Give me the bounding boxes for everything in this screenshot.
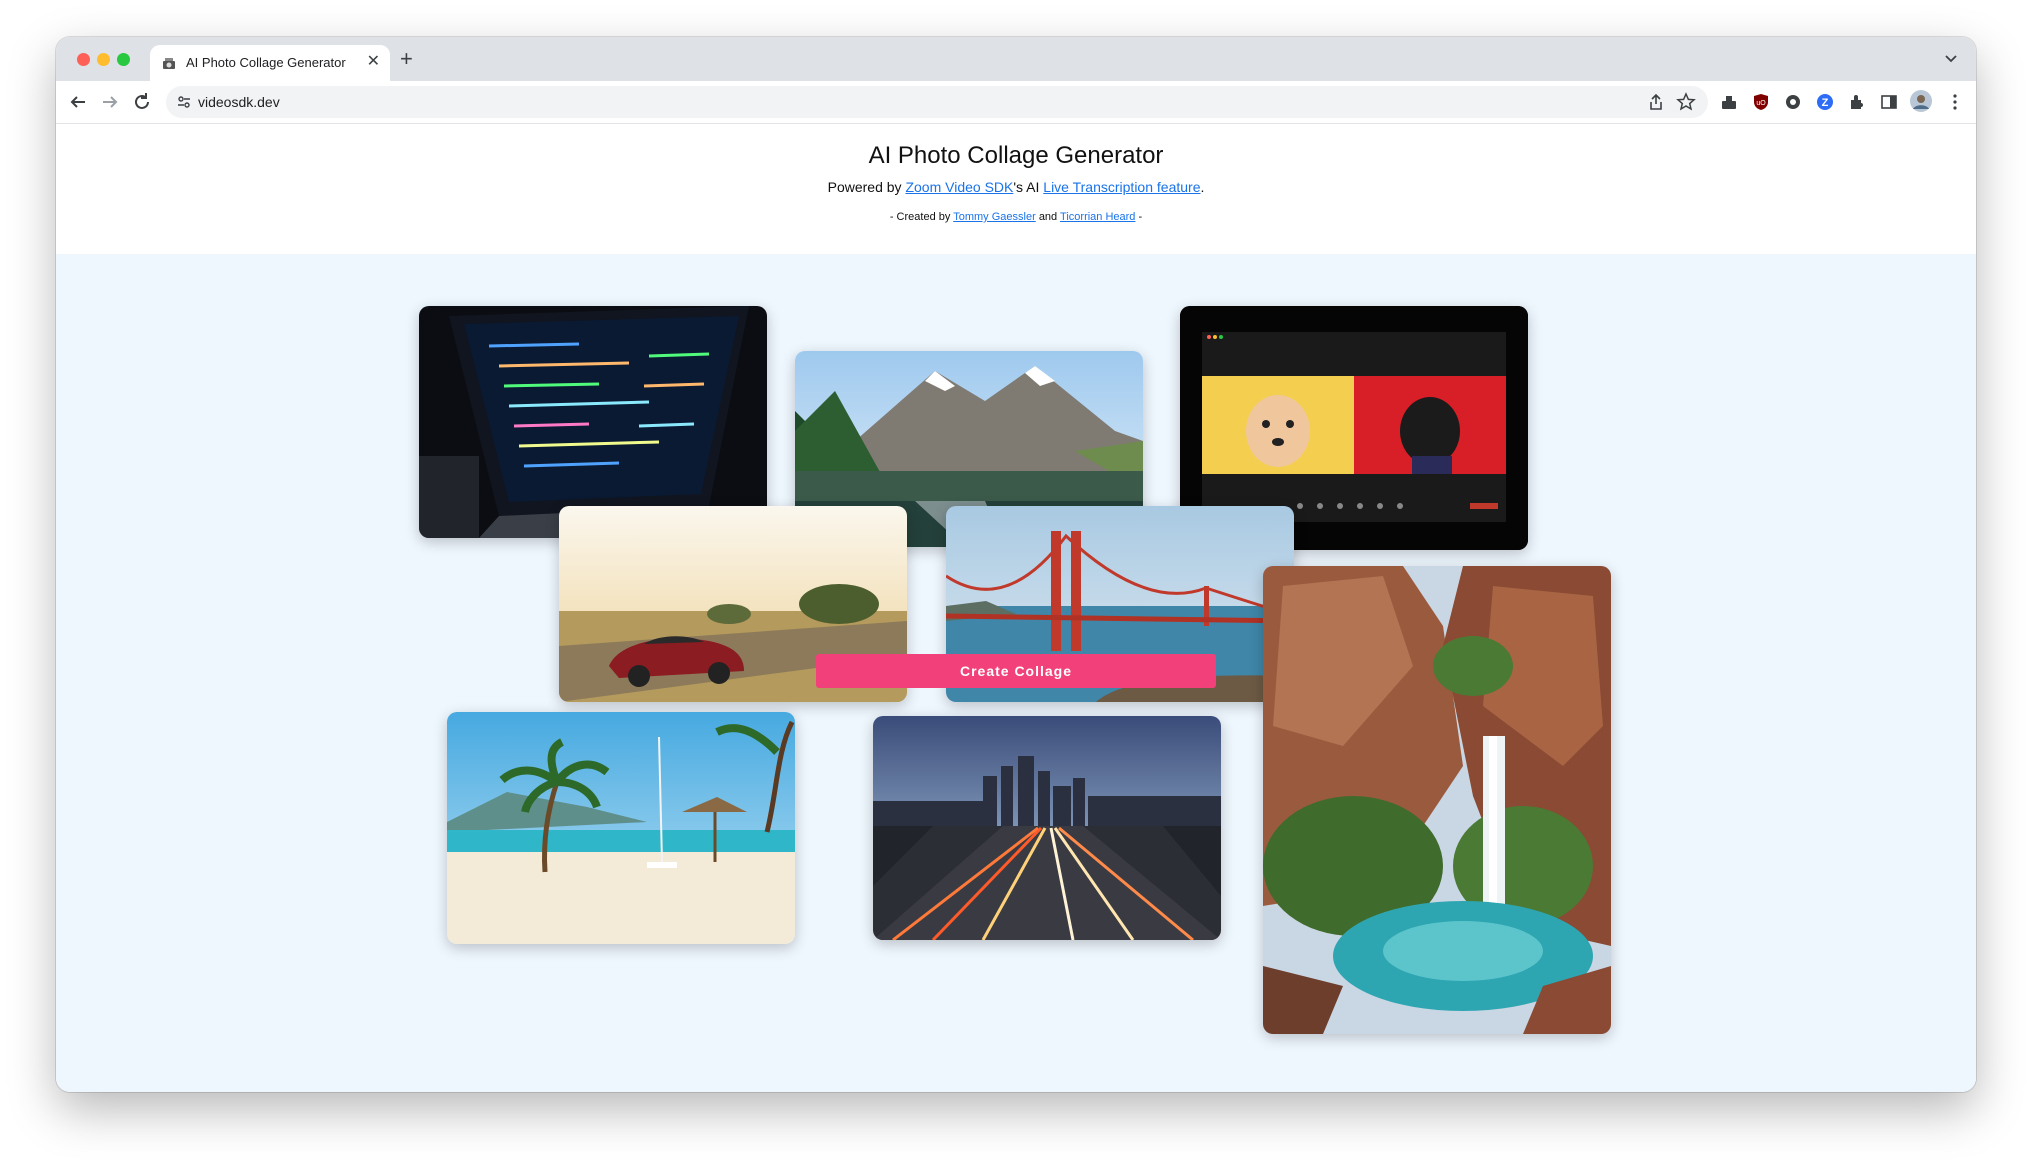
page-content: AI Photo Collage Generator Powered by Zo… bbox=[56, 124, 1976, 1092]
svg-text:uO: uO bbox=[1756, 100, 1766, 107]
svg-text:Z: Z bbox=[1822, 97, 1829, 109]
live-transcription-link[interactable]: Live Transcription feature bbox=[1043, 179, 1200, 195]
credits-suffix-text: - bbox=[1138, 211, 1143, 223]
powered-by-text: Powered by bbox=[827, 179, 902, 195]
tab-strip: AI Photo Collage Generator ✕ + bbox=[56, 37, 1976, 81]
browser-window: AI Photo Collage Generator ✕ + videosdk.… bbox=[56, 37, 1976, 1092]
side-panel-icon[interactable] bbox=[1879, 92, 1899, 112]
address-bar[interactable]: videosdk.dev bbox=[166, 86, 1708, 118]
browser-menu-icon[interactable] bbox=[1945, 92, 1965, 112]
window-maximize-button[interactable] bbox=[117, 53, 130, 66]
bookmark-star-icon[interactable] bbox=[1676, 92, 1696, 112]
photo-city-highway bbox=[873, 716, 1221, 940]
share-icon[interactable] bbox=[1646, 92, 1666, 112]
site-settings-icon[interactable] bbox=[176, 94, 192, 110]
create-collage-button[interactable]: Create Collage bbox=[816, 654, 1216, 688]
photo-laptop-code bbox=[419, 306, 767, 538]
zoom-extension-icon[interactable]: Z bbox=[1815, 92, 1835, 112]
browser-tab[interactable]: AI Photo Collage Generator ✕ bbox=[150, 45, 390, 81]
collage-area: Create Collage bbox=[56, 254, 1976, 1092]
reload-icon[interactable] bbox=[130, 90, 154, 114]
extension-tray-icon[interactable] bbox=[1719, 92, 1739, 112]
and-text: and bbox=[1038, 211, 1058, 223]
tab-title: AI Photo Collage Generator bbox=[186, 55, 346, 70]
window-minimize-button[interactable] bbox=[97, 53, 110, 66]
tab-search-icon[interactable] bbox=[1942, 49, 1960, 67]
period-text: . bbox=[1200, 179, 1205, 195]
subtitle: Powered by Zoom Video SDK's AI Live Tran… bbox=[56, 179, 1976, 195]
author-link-tommy[interactable]: Tommy Gaessler bbox=[953, 211, 1036, 223]
page-header: AI Photo Collage Generator Powered by Zo… bbox=[56, 124, 1976, 254]
favicon-icon bbox=[163, 58, 175, 69]
ai-text: 's AI bbox=[1013, 179, 1040, 195]
photo-beach-palms bbox=[447, 712, 795, 944]
credits: - Created by Tommy Gaessler and Ticorria… bbox=[56, 211, 1976, 223]
back-arrow-icon[interactable] bbox=[66, 90, 90, 114]
tab-close-icon[interactable]: ✕ bbox=[367, 53, 380, 71]
page-title: AI Photo Collage Generator bbox=[868, 142, 1164, 169]
url-text: videosdk.dev bbox=[198, 94, 280, 110]
settings-gear-extension-icon[interactable] bbox=[1783, 92, 1803, 112]
profile-avatar[interactable] bbox=[1910, 90, 1932, 112]
photo-waterfall-canyon bbox=[1263, 566, 1611, 1034]
forward-arrow-icon[interactable] bbox=[98, 90, 122, 114]
author-link-ticorrian[interactable]: Ticorrian Heard bbox=[1060, 211, 1135, 223]
new-tab-button[interactable]: + bbox=[400, 48, 413, 70]
zoom-video-sdk-link[interactable]: Zoom Video SDK bbox=[905, 179, 1013, 195]
window-close-button[interactable] bbox=[77, 53, 90, 66]
browser-toolbar: videosdk.dev uO Z bbox=[56, 81, 1976, 124]
created-by-text: - Created by bbox=[889, 211, 951, 223]
ublock-shield-icon[interactable]: uO bbox=[1751, 92, 1771, 112]
extensions-puzzle-icon[interactable] bbox=[1847, 92, 1867, 112]
